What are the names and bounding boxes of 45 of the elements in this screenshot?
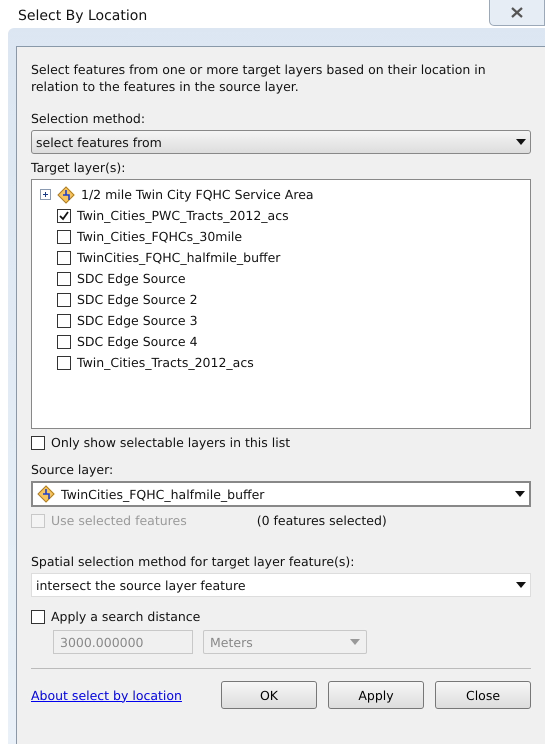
- layer-diamond-icon: [37, 485, 55, 503]
- layer-checkbox[interactable]: [57, 250, 71, 264]
- layer-checkbox[interactable]: [57, 208, 71, 222]
- dialog-button[interactable]: Apply: [328, 681, 424, 709]
- window-title: Select By Location: [18, 8, 148, 24]
- caret-icon: [516, 582, 526, 588]
- caret-icon: [515, 491, 525, 497]
- layer-diamond-icon: [57, 186, 75, 204]
- layer-name[interactable]: TwinCities_FQHC_halfmile_buffer: [77, 250, 280, 265]
- dialog-button[interactable]: Close: [435, 681, 531, 709]
- layer-checkbox[interactable]: [57, 314, 71, 328]
- expand-icon[interactable]: [40, 189, 51, 200]
- caret-icon: [350, 639, 360, 645]
- checkbox-label: Apply a search distance: [51, 609, 200, 624]
- selection-method-dropdown[interactable]: select features from: [31, 130, 531, 154]
- layer-group-name[interactable]: 1/2 mile Twin City FQHC Service Area: [81, 187, 314, 202]
- layer-name[interactable]: SDC Edge Source 3: [77, 313, 198, 328]
- layer-checkbox[interactable]: [57, 334, 71, 348]
- caret-icon: [516, 139, 526, 145]
- source-layer-dropdown[interactable]: TwinCities_FQHC_halfmile_buffer: [31, 481, 531, 507]
- selection-count: (0 features selected): [256, 513, 387, 528]
- layer-name[interactable]: SDC Edge Source 2: [77, 292, 198, 307]
- layer-name[interactable]: Twin_Cities_PWC_Tracts_2012_acs: [77, 208, 289, 223]
- help-link[interactable]: About select by location: [31, 688, 210, 702]
- checkbox[interactable]: [31, 436, 45, 450]
- field-label: Target layer(s):: [31, 160, 126, 175]
- dialog-button[interactable]: OK: [221, 681, 317, 709]
- field-label: Source layer:: [31, 462, 114, 477]
- layer-checkbox[interactable]: [57, 292, 71, 306]
- field-label: Spatial selection method for target layer feature(s):: [31, 554, 356, 569]
- checkbox-label: Only show selectable layers in this list: [51, 435, 290, 450]
- layer-checkbox[interactable]: [57, 356, 71, 370]
- layer-checkbox[interactable]: [57, 272, 71, 286]
- check-icon: [59, 210, 69, 220]
- layer-name[interactable]: SDC Edge Source: [77, 271, 186, 286]
- layer-name[interactable]: Twin_Cities_Tracts_2012_acs: [77, 355, 254, 370]
- close-icon: [511, 7, 523, 18]
- checkbox-label: Use selected features: [51, 513, 187, 528]
- layer-name[interactable]: Twin_Cities_FQHCs_30mile: [77, 229, 242, 244]
- close-button[interactable]: [489, 0, 545, 26]
- layer-name[interactable]: SDC Edge Source 4: [77, 334, 198, 349]
- description-text: Select features from one or more target layers based on their location in relation to the features in the source layer.: [31, 61, 487, 95]
- field-label: Selection method:: [31, 111, 146, 126]
- spatial-method-dropdown[interactable]: intersect the source layer feature: [31, 573, 531, 597]
- layer-checkbox[interactable]: [57, 230, 71, 244]
